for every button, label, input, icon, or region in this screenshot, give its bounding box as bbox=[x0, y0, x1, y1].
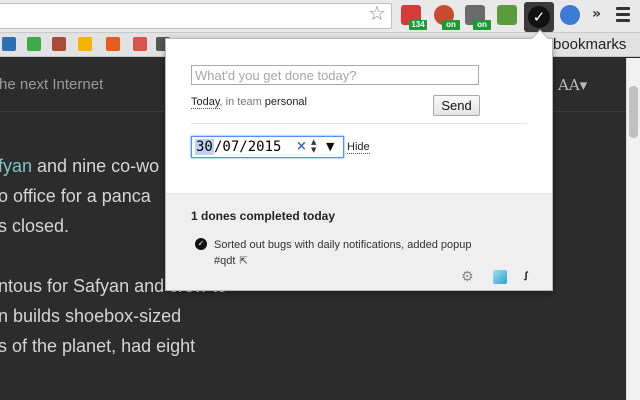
article-link[interactable]: fyan bbox=[0, 156, 32, 176]
bookmark-icon[interactable] bbox=[27, 37, 41, 51]
done-item: Sorted out bugs with daily notifications… bbox=[214, 237, 514, 269]
scrollbar-thumb[interactable] bbox=[629, 86, 638, 138]
done-item-text: Sorted out bugs with daily notifications… bbox=[214, 239, 472, 251]
date-day-segment[interactable]: 30 bbox=[195, 139, 214, 155]
extension-badge: on bbox=[442, 20, 460, 30]
font-size-icon[interactable]: AA▾ bbox=[558, 76, 587, 94]
extensions-overflow-icon[interactable]: » bbox=[592, 6, 601, 22]
idonethis-extension-button[interactable]: ✓ bbox=[524, 2, 554, 32]
other-bookmarks-label[interactable]: bookmarks bbox=[553, 36, 626, 53]
article-line: s of the planet, had eight bbox=[0, 336, 196, 356]
image-icon[interactable] bbox=[493, 270, 507, 284]
site-tagline: he next Internet bbox=[0, 76, 104, 93]
team-name[interactable]: personal bbox=[265, 96, 307, 108]
send-button[interactable]: Send bbox=[433, 95, 480, 116]
shield-extension-icon[interactable] bbox=[560, 5, 580, 25]
team-line: Today, in team personal bbox=[191, 96, 307, 109]
bookmark-star-icon[interactable]: ☆ bbox=[368, 3, 386, 23]
done-item-tag[interactable]: #qdt bbox=[214, 255, 235, 267]
bookmark-icon[interactable] bbox=[106, 37, 120, 51]
hamburger-menu-icon[interactable] bbox=[616, 7, 630, 25]
date-input[interactable]: 30 /07/2015 × ▲ ▼ ▼ bbox=[191, 136, 344, 158]
bookmark-icon[interactable] bbox=[133, 37, 147, 51]
bookmark-icon[interactable] bbox=[52, 37, 66, 51]
done-input[interactable] bbox=[191, 65, 479, 85]
page-scrollbar[interactable] bbox=[626, 58, 640, 400]
extension-badge: on bbox=[473, 20, 491, 30]
calendar-dropdown-icon[interactable]: ▼ bbox=[326, 140, 334, 153]
checklist-extension-icon[interactable] bbox=[497, 5, 517, 25]
date-rest-segment[interactable]: /07/2015 bbox=[214, 139, 281, 155]
address-bar[interactable] bbox=[0, 3, 392, 29]
idonethis-logo-icon[interactable]: ꭍ bbox=[524, 270, 538, 284]
article-line: n builds shoebox-sized bbox=[0, 306, 182, 326]
bookmark-icon[interactable] bbox=[78, 37, 92, 51]
checkmark-icon: ✓ bbox=[195, 238, 207, 250]
date-label-link[interactable]: Today bbox=[191, 96, 220, 109]
extension-badge: 134 bbox=[409, 20, 427, 30]
checkmark-icon: ✓ bbox=[528, 6, 550, 28]
completed-count: 1 dones completed today bbox=[191, 209, 336, 223]
article-line: fyan and nine co-wo bbox=[0, 156, 160, 176]
red-cross-extension-icon[interactable]: 134 bbox=[401, 5, 427, 30]
hide-link[interactable]: Hide bbox=[347, 141, 370, 154]
external-link-icon[interactable]: ⇱ bbox=[239, 256, 247, 267]
divider bbox=[191, 123, 527, 124]
browser-toolbar: ☆ 134 on on ✓ » bbox=[0, 0, 640, 33]
clear-date-icon[interactable]: × bbox=[296, 139, 307, 155]
clock-extension-icon[interactable]: on bbox=[434, 5, 460, 30]
tool-extension-icon[interactable]: on bbox=[465, 5, 491, 30]
article-line: o office for a panca bbox=[0, 186, 151, 206]
popup-footer: 1 dones completed today ✓ Sorted out bug… bbox=[166, 193, 552, 290]
date-spinner-icon[interactable]: ▲ ▼ bbox=[311, 138, 316, 154]
team-prefix: , in team bbox=[219, 96, 265, 108]
article-line: s closed. bbox=[0, 216, 70, 236]
bookmark-icon[interactable] bbox=[2, 37, 16, 51]
idonethis-popup: Today, in team personal Send 30 /07/2015… bbox=[165, 29, 553, 291]
gear-icon[interactable]: ⚙ bbox=[461, 270, 475, 284]
